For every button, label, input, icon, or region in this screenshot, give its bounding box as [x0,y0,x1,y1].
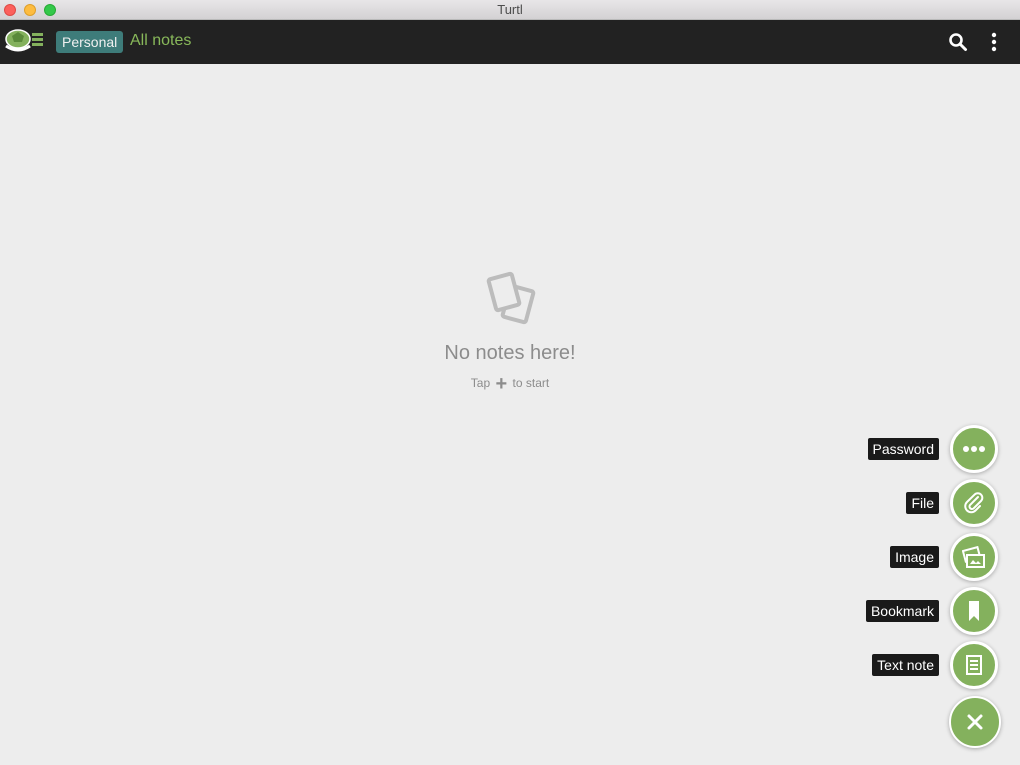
fab-label-text-note[interactable]: Text note [872,654,939,676]
fab-close-button[interactable] [949,696,1001,748]
window-title: Turtl [497,2,523,17]
plus-icon: + [495,373,508,395]
empty-subtitle-before: Tap [470,376,491,390]
search-icon [949,33,967,51]
fab-item-file[interactable]: File [906,479,998,527]
space-badge[interactable]: Personal [56,31,124,53]
fab-text-note-button[interactable] [950,641,998,689]
more-vertical-icon [991,32,997,52]
text-note-icon [966,655,982,675]
fab-bookmark-button[interactable] [950,587,998,635]
fab-item-text-note[interactable]: Text note [872,641,998,689]
board-title[interactable]: All notes [130,32,191,50]
empty-subtitle: Tap + to start [0,373,1020,396]
fab-image-button[interactable] [950,533,998,581]
fab-file-button[interactable] [950,479,998,527]
bookmark-icon [969,601,979,621]
search-button[interactable] [946,30,970,54]
fab-item-password[interactable]: Password [867,425,998,473]
turtle-logo-icon[interactable] [3,26,45,56]
image-icon [962,546,985,568]
fab-password-button[interactable] [950,425,998,473]
window-titlebar: Turtl [0,0,1020,20]
fab-item-bookmark[interactable]: Bookmark [865,587,998,635]
paperclip-icon [964,492,984,514]
menu-button[interactable] [982,30,1006,54]
fab-label-image[interactable]: Image [890,546,939,568]
fab-label-file[interactable]: File [906,492,939,514]
empty-subtitle-after: to start [512,376,550,390]
empty-notes-icon [486,271,536,325]
empty-title: No notes here! [444,342,576,364]
empty-state: No notes here! Tap + to start [0,270,1020,396]
fab-label-bookmark[interactable]: Bookmark [865,600,939,622]
fab-label-password[interactable]: Password [867,438,939,460]
close-icon [967,714,983,730]
dots-icon [963,446,985,452]
fab-item-image[interactable]: Image [890,533,998,581]
